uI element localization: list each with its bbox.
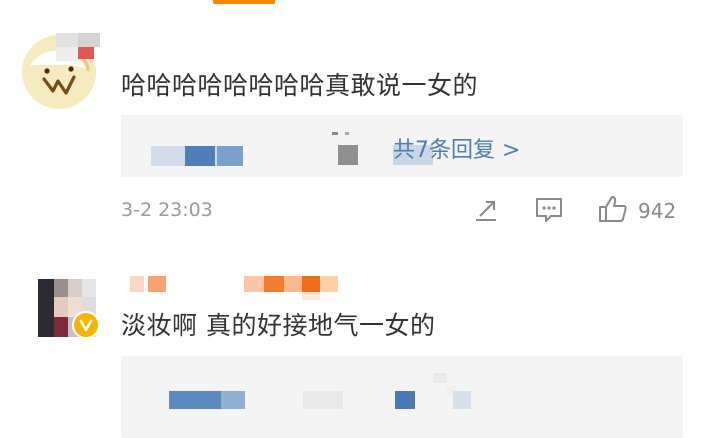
comment-icon (536, 198, 562, 222)
comment-text: 淡妆啊 真的好接地气一女的 (121, 311, 436, 340)
comment-timestamp: 3-2 23:03 (121, 199, 213, 221)
like-button[interactable] (597, 194, 629, 228)
reply-preview-box[interactable] (121, 356, 683, 438)
share-icon (476, 201, 496, 221)
comment-text: 哈哈哈哈哈哈哈哈真敢说一女的 (121, 71, 479, 100)
like-count: 942 (638, 199, 677, 223)
view-replies-link[interactable]: 共7条回复 > (393, 132, 520, 164)
comment-feed: 哈哈哈哈哈哈哈哈真敢说一女的 共7条回复 > 3-2 23:03 942 淡妆啊… (0, 0, 705, 438)
share-button[interactable] (472, 196, 500, 228)
verified-badge-icon (79, 319, 93, 332)
tab-indicator (213, 0, 275, 4)
reply-preview-box[interactable]: 共7条回复 > (121, 115, 683, 177)
verified-badge (72, 311, 100, 339)
thumbs-up-icon (599, 196, 627, 222)
reply-button[interactable] (534, 196, 564, 228)
